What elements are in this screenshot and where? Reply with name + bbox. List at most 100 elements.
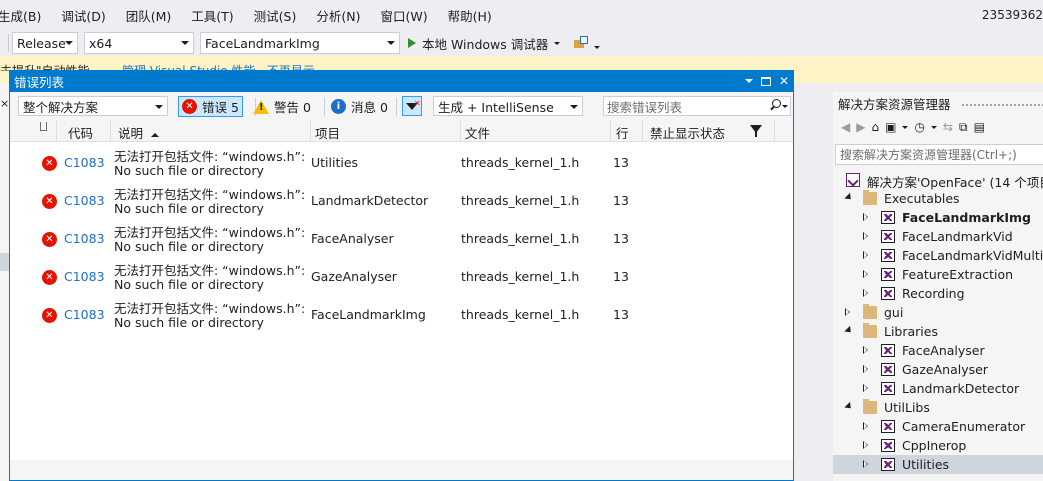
collapsed-arrow-icon[interactable]	[863, 422, 868, 430]
tree-item[interactable]: LandmarkDetector	[833, 379, 1043, 398]
collapsed-arrow-icon[interactable]	[863, 441, 868, 449]
toolbar-overflow-button[interactable]	[574, 36, 590, 50]
search-icon[interactable]	[769, 99, 781, 110]
tree-item[interactable]: CameraEnumerator	[833, 417, 1043, 436]
menu-analyze[interactable]: 分析(N)	[306, 6, 370, 25]
errors-toggle-button[interactable]: ✕ 错误 5	[178, 96, 243, 117]
start-debugging-button[interactable]: 本地 Windows 调试器	[408, 34, 561, 53]
window-position-icon[interactable]	[744, 79, 753, 83]
expanded-arrow-icon[interactable]	[844, 325, 854, 336]
show-all-files-icon[interactable]: ▤	[974, 120, 985, 134]
build-filter-dropdown[interactable]: 生成 + IntelliSense	[433, 96, 583, 116]
table-row[interactable]: ✕ C1083 无法打开包括文件: “windows.h”: No such f…	[10, 257, 793, 295]
history-icon[interactable]: ◷	[914, 120, 924, 134]
chevron-down-icon[interactable]	[782, 105, 788, 108]
error-code-link[interactable]: C1083	[64, 193, 105, 208]
column-separator[interactable]	[56, 120, 57, 142]
errors-label: 错误 5	[202, 100, 239, 115]
column-project[interactable]: 项目	[315, 123, 340, 142]
tree-item[interactable]: Recording	[833, 284, 1043, 303]
collapsed-arrow-icon[interactable]	[845, 308, 850, 316]
tree-item[interactable]: FaceLandmarkVidMulti	[833, 246, 1043, 265]
menu-tools[interactable]: 工具(T)	[181, 6, 243, 25]
collapsed-arrow-icon[interactable]	[863, 384, 868, 392]
tree-item[interactable]: Utilities	[833, 455, 1043, 474]
tree-item[interactable]: gui	[833, 303, 1043, 322]
solution-config-dropdown[interactable]: Release	[12, 32, 78, 54]
clear-filter-button[interactable]: ✕	[402, 96, 422, 116]
tree-item[interactable]: 解决方案'OpenFace' (14 个项目)	[833, 170, 1043, 190]
error-search-input[interactable]: 搜索错误列表	[603, 96, 791, 116]
tree-item[interactable]: CppInerop	[833, 436, 1043, 455]
platform-dropdown[interactable]: x64	[84, 32, 194, 54]
collapsed-arrow-icon[interactable]	[863, 289, 868, 297]
solution-search-input[interactable]: 搜索解决方案资源管理器(Ctrl+;)	[835, 144, 1043, 165]
collapsed-arrow-icon[interactable]	[863, 232, 868, 240]
collapsed-arrow-icon[interactable]	[863, 251, 868, 259]
column-separator[interactable]	[642, 120, 643, 142]
forward-icon[interactable]: ▶	[856, 120, 865, 134]
warnings-toggle-button[interactable]: 警告 0	[250, 96, 314, 117]
cpp-project-icon	[881, 382, 895, 395]
startup-project-dropdown[interactable]: FaceLandmarkImg	[200, 32, 400, 54]
error-code-link[interactable]: C1083	[64, 307, 105, 322]
tree-item[interactable]: FaceLandmarkImg	[833, 208, 1043, 227]
user-account[interactable]: 23539362	[982, 8, 1043, 22]
maximize-icon[interactable]	[760, 76, 771, 86]
close-icon[interactable]: ✕	[779, 73, 789, 89]
tree-item[interactable]: UtilLibs	[833, 398, 1043, 417]
menu-build[interactable]: 生成(B)	[0, 6, 51, 25]
column-separator[interactable]	[110, 120, 111, 142]
sync-icon[interactable]: ⇆	[943, 120, 953, 134]
collapsed-arrow-icon[interactable]	[863, 460, 868, 468]
messages-toggle-button[interactable]: i 消息 0	[328, 96, 391, 117]
column-separator[interactable]	[610, 120, 611, 142]
menu-window[interactable]: 窗口(W)	[370, 6, 437, 25]
expanded-arrow-icon[interactable]	[844, 192, 854, 203]
close-icon[interactable]: ×	[0, 97, 9, 110]
tree-item[interactable]: FaceLandmarkVid	[833, 227, 1043, 246]
tree-item[interactable]: Executables	[833, 189, 1043, 208]
column-line[interactable]: 行	[616, 123, 629, 142]
tree-item[interactable]: FaceAnalyser	[833, 341, 1043, 360]
solution-explorer-titlebar[interactable]: 解决方案资源管理器	[833, 92, 1043, 114]
column-file[interactable]: 文件	[465, 123, 490, 142]
scope-dropdown[interactable]: 整个解决方案	[18, 96, 168, 116]
column-separator[interactable]	[460, 120, 461, 142]
collapsed-arrow-icon[interactable]	[863, 213, 868, 221]
table-row[interactable]: ✕ C1083 无法打开包括文件: “windows.h”: No such f…	[10, 143, 793, 181]
menu-team[interactable]: 团队(M)	[116, 6, 182, 25]
chevron-down-icon[interactable]	[902, 125, 909, 129]
expanded-arrow-icon[interactable]	[844, 401, 854, 412]
home-icon[interactable]: ⌂	[871, 120, 879, 134]
chevron-down-icon[interactable]	[554, 41, 561, 45]
tree-item[interactable]: GazeAnalyser	[833, 360, 1043, 379]
back-icon[interactable]: ◀	[841, 120, 850, 134]
collapsed-arrow-icon[interactable]	[863, 270, 868, 278]
tree-item[interactable]: FeatureExtraction	[833, 265, 1043, 284]
tree-item[interactable]: Libraries	[833, 322, 1043, 341]
collapsed-arrow-icon[interactable]	[863, 346, 868, 354]
menu-debug[interactable]: 调试(D)	[51, 6, 115, 25]
column-code[interactable]: 代码	[68, 123, 93, 142]
chevron-down-icon[interactable]	[930, 125, 937, 129]
column-separator[interactable]	[310, 120, 311, 142]
table-row[interactable]: ✕ C1083 无法打开包括文件: “windows.h”: No such f…	[10, 181, 793, 219]
table-row[interactable]: ✕ C1083 无法打开包括文件: “windows.h”: No such f…	[10, 219, 793, 257]
collapse-all-icon[interactable]: ⧉	[959, 120, 968, 135]
toolbar-options-icon[interactable]	[594, 45, 601, 49]
column-description[interactable]: 说明	[118, 123, 160, 142]
table-row[interactable]: ✕ C1083 无法打开包括文件: “windows.h”: No such f…	[10, 295, 793, 333]
error-list-titlebar[interactable]: 错误列表 ✕	[10, 71, 793, 92]
column-chooser-icon[interactable]	[40, 122, 47, 131]
column-suppression[interactable]: 禁止显示状态	[650, 123, 725, 142]
collapsed-arrow-icon[interactable]	[863, 365, 868, 373]
column-separator[interactable]	[774, 120, 775, 142]
switch-views-icon[interactable]: ▣	[885, 120, 896, 134]
menu-help[interactable]: 帮助(H)	[438, 6, 502, 25]
menu-test[interactable]: 测试(S)	[244, 6, 307, 25]
error-code-link[interactable]: C1083	[64, 269, 105, 284]
filter-icon[interactable]	[750, 125, 762, 137]
error-code-link[interactable]: C1083	[64, 155, 105, 170]
error-code-link[interactable]: C1083	[64, 231, 105, 246]
